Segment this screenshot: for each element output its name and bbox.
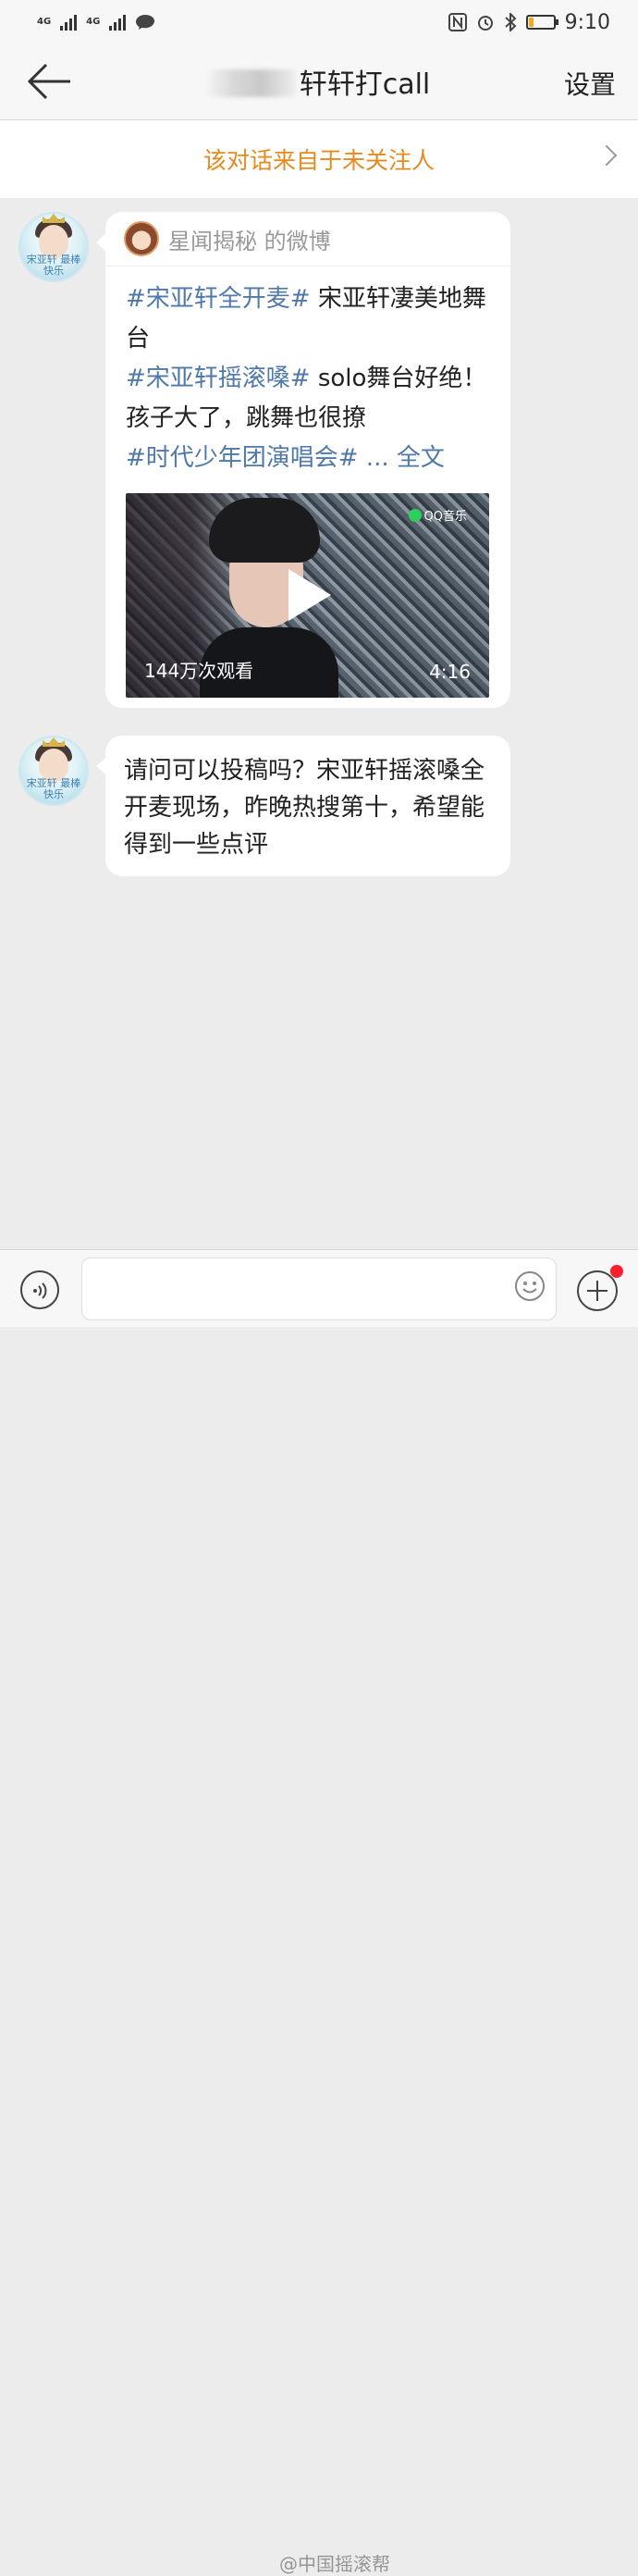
hashtag-link[interactable]: #时代少年团演唱会# xyxy=(126,444,359,472)
qq-music-logo: QQ音乐 xyxy=(408,506,467,524)
video-thumbnail[interactable]: QQ音乐 144万次观看 4:16 xyxy=(126,493,489,698)
message-input[interactable] xyxy=(81,1257,557,1320)
weibo-card-header: 星闻揭秘 的微博 xyxy=(105,212,510,266)
clock-time: 9:10 xyxy=(564,10,610,34)
nfc-icon xyxy=(448,13,467,31)
play-icon[interactable] xyxy=(288,569,331,621)
emoji-icon[interactable] xyxy=(514,1270,546,1302)
message-text: 请问可以投稿吗？宋亚轩摇滚嗓全开麦现场，昨晚热搜第十，希望能得到一些点评 xyxy=(124,757,485,859)
chat-title-text: 轩轩打call xyxy=(299,68,431,101)
avatar-caption: 宋亚轩 最棒快乐 xyxy=(26,777,81,800)
signal-icon xyxy=(109,14,127,31)
alarm-icon xyxy=(477,16,493,31)
notice-text: 该对话来自于未关注人 xyxy=(202,147,435,174)
input-bar: @中国摇滚帮 xyxy=(0,1249,638,2575)
network-type-1: 4G xyxy=(37,17,52,27)
weibo-text: #宋亚轩全开麦# 宋亚轩凄美地舞台 #宋亚轩摇滚嗓# solo舞台好绝！孩子大了… xyxy=(105,266,510,478)
battery-icon xyxy=(525,15,558,30)
bluetooth-icon xyxy=(504,13,517,31)
notification-badge xyxy=(610,1265,623,1278)
weibo-source: 星闻揭秘 的微博 xyxy=(168,228,331,254)
avatar-caption: 宋亚轩 最棒快乐 xyxy=(26,254,81,277)
settings-button[interactable]: 设置 xyxy=(564,65,616,102)
hashtag-link[interactable]: #宋亚轩摇滚嗓# xyxy=(126,365,311,392)
chat-title: 轩轩打call xyxy=(0,61,638,102)
video-view-count: 144万次观看 xyxy=(144,660,254,682)
voice-icon xyxy=(33,1282,47,1299)
stranger-notice-bar[interactable]: 该对话来自于未关注人 xyxy=(0,120,638,198)
sender-avatar[interactable]: 宋亚轩 最棒快乐 xyxy=(18,212,89,282)
chat-header: 轩轩打call 设置 xyxy=(0,44,638,120)
hashtag-link[interactable]: #宋亚轩全开麦# xyxy=(126,285,311,313)
message-notification-icon xyxy=(136,15,155,30)
sender-avatar[interactable]: 宋亚轩 最棒快乐 xyxy=(18,736,89,806)
blurred-name xyxy=(207,69,296,97)
watermark: @中国摇滚帮 xyxy=(279,2553,390,2575)
shared-weibo-card[interactable]: 星闻揭秘 的微博 #宋亚轩全开麦# 宋亚轩凄美地舞台 #宋亚轩摇滚嗓# solo… xyxy=(96,212,510,708)
more-options-button[interactable] xyxy=(577,1270,618,1311)
weibo-author-avatar xyxy=(124,221,159,256)
network-type-2: 4G xyxy=(86,17,101,27)
status-left: 4G 4G xyxy=(37,14,155,31)
signal-icon xyxy=(60,14,78,31)
status-bar: 4G 4G 9:10 xyxy=(0,0,638,44)
chevron-right-icon xyxy=(595,144,618,167)
voice-input-button[interactable] xyxy=(20,1270,59,1309)
message-bubble[interactable]: 请问可以投稿吗？宋亚轩摇滚嗓全开麦现场，昨晚热搜第十，希望能得到一些点评 xyxy=(96,736,510,876)
status-right: 9:10 xyxy=(448,11,610,34)
video-duration: 4:16 xyxy=(429,661,471,683)
read-more-link[interactable]: ... 全文 xyxy=(359,444,445,472)
